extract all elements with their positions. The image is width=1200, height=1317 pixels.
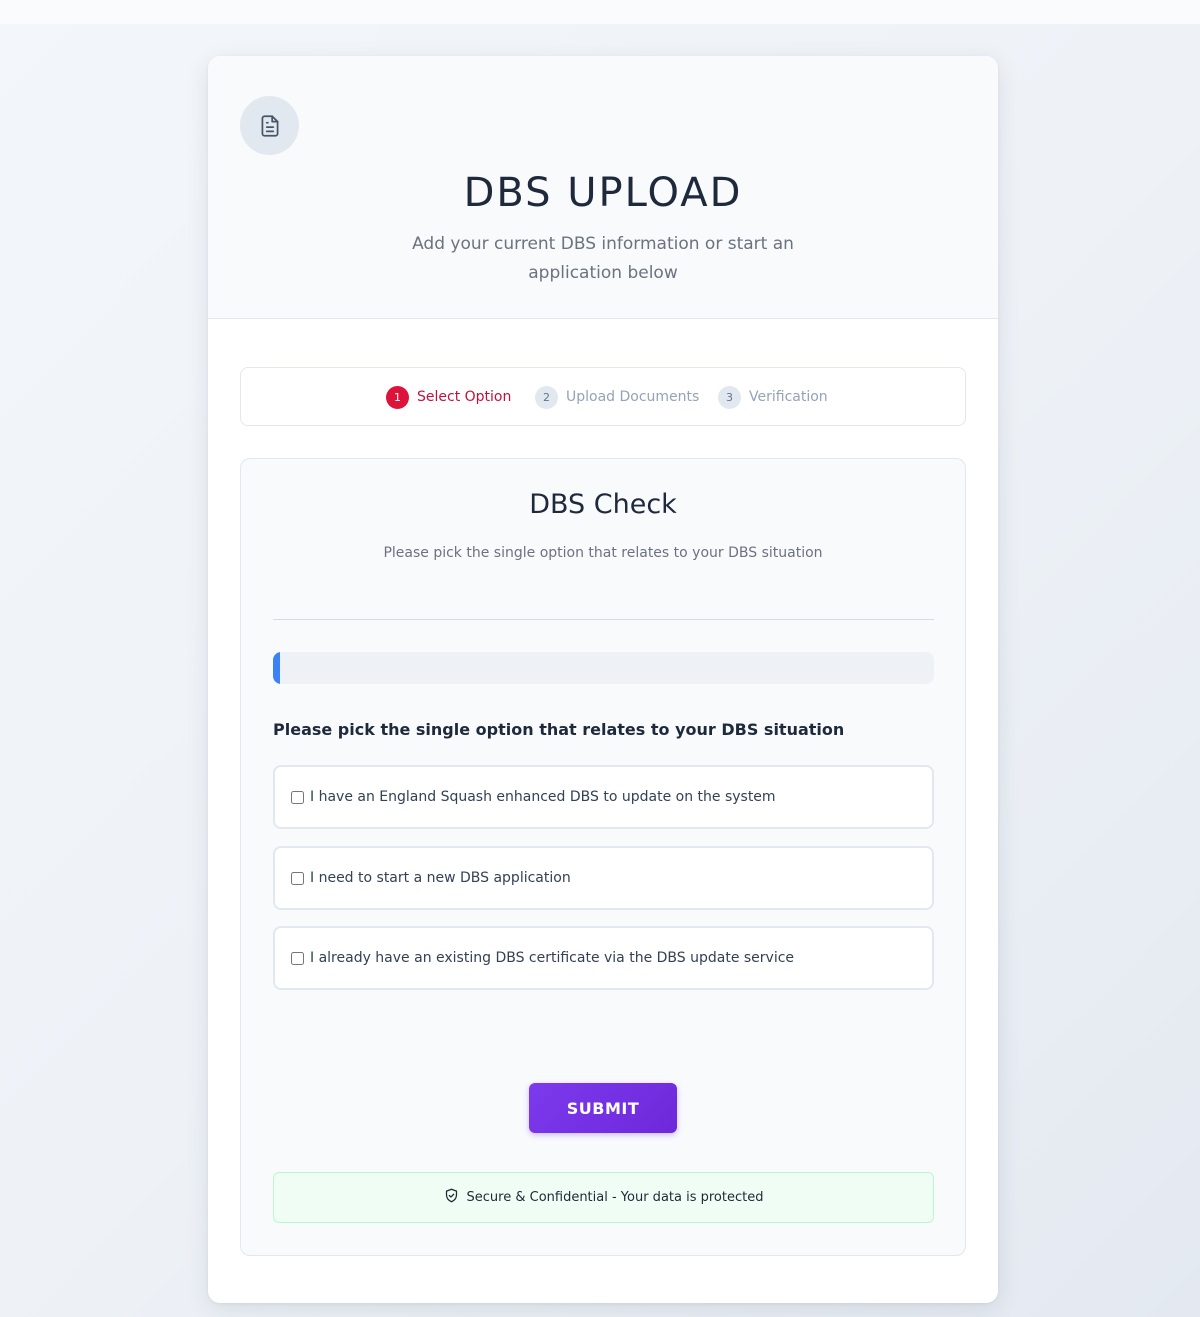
security-note: Secure & Confidential - Your data is pro… — [273, 1172, 934, 1223]
page-subtitle: Add your current DBS information or star… — [412, 234, 794, 283]
option-label: I have an England Squash enhanced DBS to… — [310, 789, 776, 805]
option-label: I already have an existing DBS certifica… — [310, 950, 795, 966]
security-note-text: Secure & Confidential - Your data is pro… — [466, 1190, 764, 1205]
progress-stepper: 1 Select Option 2 Upload Documents 3 Ver… — [240, 367, 966, 426]
shield-check-icon — [444, 1188, 459, 1207]
step-number: 3 — [718, 385, 741, 409]
option-checkbox[interactable] — [291, 951, 304, 965]
step-number: 1 — [386, 385, 409, 409]
option-label: I need to start a new DBS application — [310, 870, 571, 886]
page-title: DBS UPLOAD — [463, 170, 743, 216]
option-update-england-squash-dbs[interactable]: I have an England Squash enhanced DBS to… — [273, 765, 934, 829]
section-title: DBS Check — [529, 489, 677, 520]
step-verification: 3 Verification — [718, 385, 828, 409]
dbs-upload-card: DBS UPLOAD Add your current DBS informat… — [208, 56, 998, 1303]
option-checkbox[interactable] — [291, 790, 304, 804]
step-number: 2 — [535, 385, 558, 409]
document-icon — [240, 96, 299, 155]
section-subtitle: Please pick the single option that relat… — [383, 545, 823, 561]
step-label: Select Option — [417, 389, 512, 405]
option-new-dbs-application[interactable]: I need to start a new DBS application — [273, 846, 934, 910]
step-select-option: 1 Select Option — [386, 385, 511, 409]
dbs-check-form: DBS Check Please pick the single option … — [240, 458, 966, 1256]
card-header: DBS UPLOAD Add your current DBS informat… — [208, 56, 998, 319]
top-bar — [0, 0, 1200, 24]
progress-fill — [273, 652, 280, 684]
progress-bar — [273, 652, 934, 684]
option-existing-dbs-update-service[interactable]: I already have an existing DBS certifica… — [273, 926, 934, 990]
question-label: Please pick the single option that relat… — [273, 720, 845, 739]
step-label: Upload Documents — [566, 389, 700, 405]
option-checkbox[interactable] — [291, 871, 304, 885]
divider — [273, 619, 934, 620]
submit-button[interactable]: SUBMIT — [529, 1083, 677, 1133]
step-upload-documents: 2 Upload Documents — [535, 385, 699, 409]
step-label: Verification — [749, 389, 828, 405]
